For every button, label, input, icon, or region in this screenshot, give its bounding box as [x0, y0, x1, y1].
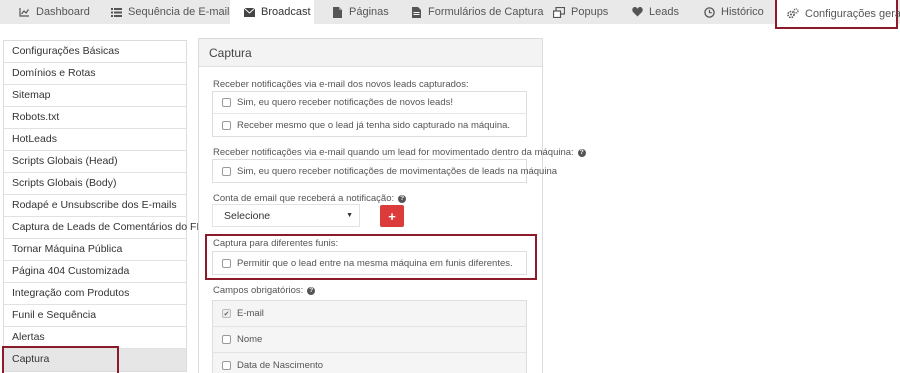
help-icon[interactable]: ? — [577, 148, 586, 157]
heart-icon — [631, 6, 643, 18]
notify-even-captured-option[interactable]: Receber mesmo que o lead já tenha sido c… — [213, 114, 526, 136]
sidebar-item-funil-sequencia[interactable]: Funil e Sequência — [4, 305, 186, 327]
area-chart-icon — [18, 6, 30, 18]
tab-paginas[interactable]: Páginas — [331, 0, 389, 24]
list-icon — [110, 6, 122, 18]
tab-historico[interactable]: Histórico — [703, 0, 764, 24]
tab-formularios[interactable]: Formulários de Captura — [410, 0, 544, 24]
sidebar-item-hotleads[interactable]: HotLeads — [4, 129, 186, 151]
required-fields-list: ✔ E-mail Nome Data de Nascimento — [212, 300, 527, 373]
notify-new-label: Receber notificações via e-mail dos novo… — [213, 79, 469, 90]
sidebar-item-dominios-rotas[interactable]: Domínios e Rotas — [4, 63, 186, 85]
sidebar-item-scripts-head[interactable]: Scripts Globais (Head) — [4, 151, 186, 173]
tab-leads[interactable]: Leads — [631, 0, 679, 24]
sidebar-item-configuracoes-basicas[interactable]: Configurações Básicas — [4, 41, 186, 63]
tab-dashboard[interactable]: Dashboard — [18, 0, 90, 24]
sidebar-item-maquina-publica[interactable]: Tornar Máquina Pública — [4, 239, 186, 261]
tab-broadcast[interactable]: Broadcast — [230, 0, 314, 24]
envelope-icon — [243, 6, 255, 18]
notify-new-leads-option[interactable]: Sim, eu quero receber notificações de no… — [213, 92, 526, 114]
sidebar-item-captura-comentarios-fb[interactable]: Captura de Leads de Comentários do FB — [4, 217, 203, 239]
required-fields-label: Campos obrigatórios: ? — [213, 285, 316, 296]
notify-move-options: Sim, eu quero receber notificações de mo… — [212, 159, 557, 183]
help-icon[interactable]: ? — [398, 194, 407, 203]
sidebar-item-integracao-produtos[interactable]: Integração com Produtos — [4, 283, 186, 305]
sidebar-item-rodape-unsubscribe[interactable]: Rodapé e Unsubscribe dos E-mails — [4, 195, 186, 217]
checkbox-notify-new-leads[interactable] — [222, 98, 231, 107]
sidebar-highlight-frame — [2, 346, 119, 373]
checkbox-notify-movement[interactable] — [222, 166, 231, 176]
file-icon — [331, 6, 343, 18]
help-icon[interactable]: ? — [307, 286, 316, 295]
email-account-select[interactable]: Selecione ▼ — [212, 204, 360, 227]
gears-icon — [787, 8, 799, 20]
notify-movement-option[interactable]: Sim, eu quero receber notificações de mo… — [213, 160, 557, 182]
sidebar-item-scripts-body[interactable]: Scripts Globais (Body) — [4, 173, 186, 195]
required-field-nome[interactable]: Nome — [213, 327, 526, 353]
top-nav: Dashboard Sequência de E-mails Broadcast… — [0, 0, 900, 29]
file-text-icon — [410, 6, 422, 18]
clock-icon — [703, 6, 715, 18]
sidebar-menu: Configurações Básicas Domínios e Rotas S… — [3, 40, 203, 372]
checkbox-required-nome[interactable] — [222, 335, 231, 344]
checkbox-required-email: ✔ — [222, 309, 231, 318]
notify-move-label: Receber notificações via e-mail quando u… — [213, 147, 586, 158]
sidebar-item-pagina-404[interactable]: Página 404 Customizada — [4, 261, 186, 283]
tab-sequencia-emails[interactable]: Sequência de E-mails — [110, 0, 235, 24]
notify-new-options: Sim, eu quero receber notificações de no… — [212, 91, 527, 137]
email-account-label: Conta de email que receberá a notificaçã… — [213, 193, 407, 204]
sidebar-item-robots[interactable]: Robots.txt — [4, 107, 186, 129]
sidebar-item-sitemap[interactable]: Sitemap — [4, 85, 186, 107]
checkbox-required-data-nascimento[interactable] — [222, 361, 231, 370]
required-field-email: ✔ E-mail — [213, 301, 526, 327]
funnels-highlight-frame — [205, 234, 537, 280]
caret-down-icon: ▼ — [346, 212, 353, 219]
tab-popups[interactable]: Popups — [553, 0, 608, 24]
popup-icon — [553, 6, 565, 18]
panel-title: Captura — [199, 39, 542, 67]
required-field-data-nascimento[interactable]: Data de Nascimento — [213, 353, 526, 373]
checkbox-notify-even-captured[interactable] — [222, 120, 231, 130]
tab-configuracoes-gerais[interactable]: Configurações gerais — [775, 0, 900, 29]
add-email-account-button[interactable]: + — [380, 205, 404, 227]
